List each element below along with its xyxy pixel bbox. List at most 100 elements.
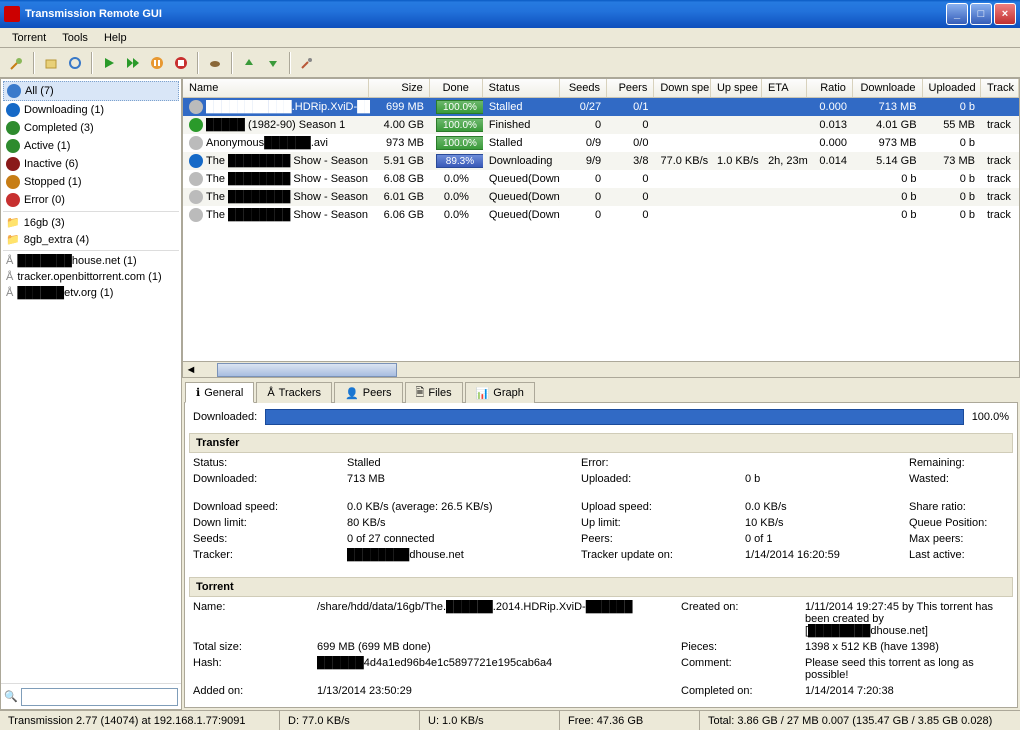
filter-icon bbox=[6, 139, 20, 153]
sidebar-filter-6[interactable]: Error (0) bbox=[3, 191, 179, 209]
horizontal-scrollbar[interactable]: ◄ bbox=[183, 361, 1019, 377]
move-down-button[interactable] bbox=[262, 52, 284, 74]
column-header[interactable]: Uploaded bbox=[923, 79, 981, 97]
column-header[interactable]: Downloade bbox=[853, 79, 923, 97]
filter-label: Completed (3) bbox=[24, 122, 94, 134]
tab-icon: 👤 bbox=[345, 387, 359, 400]
info-label: Peers: bbox=[581, 533, 741, 545]
info-label: Created on: bbox=[681, 601, 801, 637]
status-total: Total: 3.86 GB / 27 MB 0.007 (135.47 GB … bbox=[700, 711, 1020, 730]
sidebar-tracker-0[interactable]: Å███████house.net (1) bbox=[3, 253, 179, 269]
sidebar-filter-5[interactable]: Stopped (1) bbox=[3, 173, 179, 191]
info-label: Down limit: bbox=[193, 517, 343, 529]
folder-label: 16gb (3) bbox=[24, 217, 65, 229]
table-row[interactable]: █████ (1982-90) Season 14.00 GB100.0%Fin… bbox=[183, 116, 1019, 134]
status-connection: Transmission 2.77 (14074) at 192.168.1.7… bbox=[0, 711, 280, 730]
tab-general[interactable]: ℹ General bbox=[185, 382, 254, 403]
table-row[interactable]: The ████████ Show - Season 46.08 GB0.0%Q… bbox=[183, 170, 1019, 188]
status-icon bbox=[189, 208, 203, 222]
info-label: Status: bbox=[193, 457, 343, 469]
filter-label: Downloading (1) bbox=[24, 104, 104, 116]
tab-icon: Å bbox=[267, 387, 274, 399]
menu-help[interactable]: Help bbox=[96, 30, 135, 46]
column-header[interactable]: Seeds bbox=[560, 79, 607, 97]
table-row[interactable]: The ████████ Show - Season 15.91 GB89.3%… bbox=[183, 152, 1019, 170]
table-row[interactable]: The ████████ Show - Season 36.01 GB0.0%Q… bbox=[183, 188, 1019, 206]
sidebar-tracker-2[interactable]: Å██████etv.org (1) bbox=[3, 285, 179, 301]
connect-button[interactable] bbox=[6, 52, 28, 74]
close-button[interactable]: × bbox=[994, 3, 1016, 25]
column-header[interactable]: Name bbox=[183, 79, 369, 97]
tab-graph[interactable]: 📊Graph bbox=[465, 382, 535, 403]
info-label: Up limit: bbox=[581, 517, 741, 529]
sidebar-folder-1[interactable]: 📁8gb_extra (4) bbox=[3, 231, 179, 248]
tab-peers[interactable]: 👤Peers bbox=[334, 382, 402, 403]
menu-tools[interactable]: Tools bbox=[54, 30, 96, 46]
add-link-button[interactable] bbox=[64, 52, 86, 74]
start-all-button[interactable] bbox=[122, 52, 144, 74]
column-header[interactable]: ETA bbox=[762, 79, 807, 97]
status-icon bbox=[189, 118, 203, 132]
pause-button[interactable] bbox=[146, 52, 168, 74]
info-label: Upload speed: bbox=[581, 501, 741, 513]
turtle-button[interactable] bbox=[204, 52, 226, 74]
maximize-button[interactable]: □ bbox=[970, 3, 992, 25]
tab-label: Graph bbox=[493, 387, 524, 399]
info-value: 699 MB (699 MB done) bbox=[317, 641, 677, 653]
downloaded-bar bbox=[265, 409, 963, 425]
column-header[interactable]: Status bbox=[483, 79, 560, 97]
info-value: 1/11/2014 19:27:45 by This torrent has b… bbox=[805, 601, 1009, 637]
add-torrent-button[interactable] bbox=[40, 52, 62, 74]
tab-trackers[interactable]: ÅTrackers bbox=[256, 382, 332, 403]
info-label: Max peers: bbox=[909, 533, 1018, 545]
column-header[interactable]: Ratio bbox=[807, 79, 852, 97]
options-button[interactable] bbox=[296, 52, 318, 74]
sidebar-filter-4[interactable]: Inactive (6) bbox=[3, 155, 179, 173]
column-header[interactable]: Size bbox=[369, 79, 429, 97]
filter-icon bbox=[6, 157, 20, 171]
table-row[interactable]: Anonymous██████.avi973 MB100.0%Stalled0/… bbox=[183, 134, 1019, 152]
sidebar-filter-3[interactable]: Active (1) bbox=[3, 137, 179, 155]
sidebar-filter-0[interactable]: All (7) bbox=[3, 81, 179, 101]
sidebar-filter-2[interactable]: Completed (3) bbox=[3, 119, 179, 137]
table-row[interactable]: ███████████.HDRip.XviD-█████699 MB100.0%… bbox=[183, 98, 1019, 116]
tracker-icon: Å bbox=[6, 271, 13, 283]
tracker-label: tracker.openbittorrent.com (1) bbox=[17, 271, 161, 283]
column-header[interactable]: Down spe bbox=[654, 79, 711, 97]
transfer-head: Transfer bbox=[189, 433, 1013, 453]
column-header[interactable]: Done bbox=[430, 79, 483, 97]
column-header[interactable]: Track bbox=[981, 79, 1019, 97]
column-header[interactable]: Up spee bbox=[711, 79, 762, 97]
titlebar: Transmission Remote GUI _ □ × bbox=[0, 0, 1020, 28]
tab-icon: ℹ bbox=[196, 386, 200, 399]
tab-label: General bbox=[204, 387, 243, 399]
status-icon bbox=[189, 100, 203, 114]
search-icon: 🔍 bbox=[4, 690, 18, 703]
sidebar-filter-1[interactable]: Downloading (1) bbox=[3, 101, 179, 119]
info-value bbox=[745, 457, 905, 469]
app-icon bbox=[4, 6, 20, 22]
info-label: Pieces: bbox=[681, 641, 801, 653]
menu-torrent[interactable]: Torrent bbox=[4, 30, 54, 46]
info-value: /share/hdd/data/16gb/The.██████.2014.HDR… bbox=[317, 601, 677, 637]
toolbar bbox=[0, 48, 1020, 78]
info-label: Share ratio: bbox=[909, 501, 1018, 513]
start-button[interactable] bbox=[98, 52, 120, 74]
statusbar: Transmission 2.77 (14074) at 192.168.1.7… bbox=[0, 710, 1020, 730]
stop-button[interactable] bbox=[170, 52, 192, 74]
sidebar-tracker-1[interactable]: Åtracker.openbittorrent.com (1) bbox=[3, 269, 179, 285]
info-value: Please seed this torrent as long as poss… bbox=[805, 657, 1009, 681]
minimize-button[interactable]: _ bbox=[946, 3, 968, 25]
move-up-button[interactable] bbox=[238, 52, 260, 74]
filter-icon bbox=[7, 84, 21, 98]
tab-files[interactable]: 🗎Files bbox=[405, 382, 463, 403]
filter-label: Inactive (6) bbox=[24, 158, 78, 170]
column-header[interactable]: Peers bbox=[607, 79, 654, 97]
sidebar-folder-0[interactable]: 📁16gb (3) bbox=[3, 214, 179, 231]
status-down: D: 77.0 KB/s bbox=[280, 711, 420, 730]
search-input[interactable] bbox=[21, 688, 178, 706]
info-value: 0 of 1 bbox=[745, 533, 905, 545]
info-label: Name: bbox=[193, 601, 313, 637]
tracker-icon: Å bbox=[6, 255, 13, 267]
table-row[interactable]: The ████████ Show - Season 26.06 GB0.0%Q… bbox=[183, 206, 1019, 224]
